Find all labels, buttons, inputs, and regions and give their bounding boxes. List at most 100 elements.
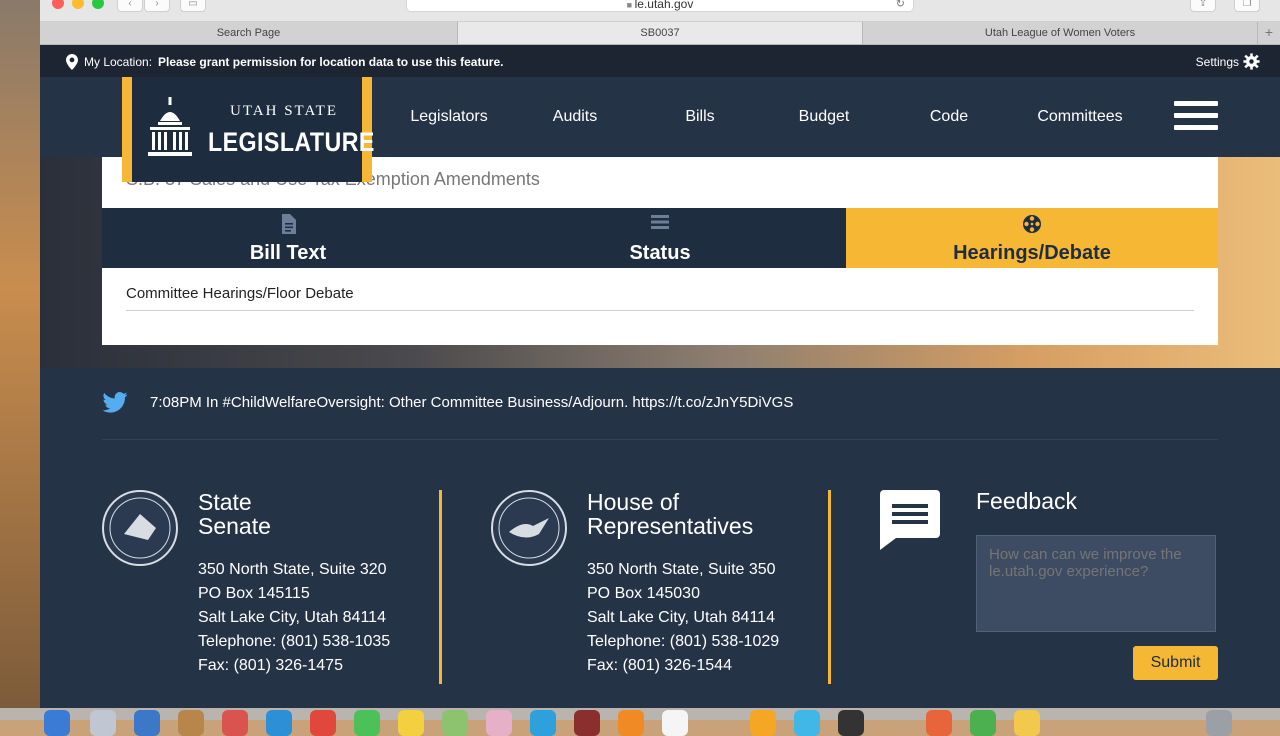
url-text: le.utah.gov — [634, 0, 694, 11]
reload-icon[interactable]: ↻ — [896, 0, 905, 13]
feedback-title: Feedback — [976, 488, 1078, 514]
trash-icon[interactable] — [1206, 710, 1232, 736]
nav-label: Code — [929, 108, 969, 125]
nav-label: Budget — [798, 108, 850, 125]
app-icon[interactable] — [310, 710, 336, 736]
divider — [126, 310, 1194, 311]
tab-label: SB0037 — [640, 27, 680, 39]
tab-label: Utah League of Women Voters — [984, 27, 1136, 39]
chevron-right-icon: › — [155, 0, 159, 9]
tab-bill-text[interactable]: Bill Text — [102, 208, 474, 268]
feedback-input[interactable] — [976, 535, 1216, 632]
app-store-icon[interactable] — [530, 710, 556, 736]
address-line: Salt Lake City, Utah 84114 — [587, 609, 775, 626]
hearings-heading: Committee Hearings/Floor Debate — [126, 285, 354, 302]
address-line: PO Box 145030 — [587, 585, 700, 602]
site-footer: 7:08PM In #ChildWelfareOversight: Other … — [40, 368, 1280, 720]
tab-label: Search Page — [216, 27, 281, 39]
senate-address: 350 North State, Suite 320 PO Box 145115… — [198, 558, 390, 678]
twitter-icon[interactable] — [102, 392, 128, 413]
location-notice: My Location: Please grant permission for… — [66, 54, 503, 70]
app-icon[interactable] — [442, 710, 468, 736]
nav-code[interactable]: Code — [899, 77, 999, 157]
app-icon[interactable] — [574, 710, 600, 736]
plus-icon: + — [1264, 24, 1274, 40]
share-button[interactable]: ⇪ — [1190, 0, 1216, 12]
photos-icon[interactable] — [486, 710, 512, 736]
safari-icon[interactable] — [266, 710, 292, 736]
address-line: PO Box 145115 — [198, 585, 310, 602]
lock-icon: ■ — [626, 0, 635, 10]
browser-toolbar: ‹ › ▭ ■ le.utah.gov ↻ ⇪ ❐ — [40, 0, 1280, 22]
app-icon[interactable] — [838, 710, 864, 736]
logo-line2: LEGISLATURE — [208, 127, 375, 157]
location-bar: My Location: Please grant permission for… — [40, 45, 1280, 77]
tab-search-page[interactable]: Search Page — [40, 22, 458, 44]
nav-label: Bills — [685, 108, 715, 125]
new-tab-button[interactable]: + — [1258, 22, 1280, 44]
utah-legislature-logo[interactable]: UTAH STATE LEGISLATURE — [122, 77, 375, 182]
sidebar-toggle-button[interactable]: ▭ — [180, 0, 206, 12]
show-tabs-button[interactable]: ❐ — [1234, 0, 1260, 12]
chevron-left-icon: ‹ — [128, 0, 132, 9]
nav-budget[interactable]: Budget — [774, 77, 874, 157]
mail-icon[interactable] — [134, 710, 160, 736]
address-bar[interactable]: ■ le.utah.gov ↻ — [406, 0, 914, 12]
browser-window: ‹ › ▭ ■ le.utah.gov ↻ ⇪ ❐ Search Page SB… — [40, 0, 1280, 720]
house-seal-icon — [491, 490, 567, 566]
finder-icon[interactable] — [44, 710, 70, 736]
close-window-button[interactable] — [52, 0, 64, 9]
settings-label: Settings — [1195, 54, 1239, 69]
minimize-window-button[interactable] — [72, 0, 84, 9]
list-icon — [474, 214, 846, 235]
map-pin-icon — [66, 54, 78, 70]
launchpad-icon[interactable] — [90, 710, 116, 736]
tab-sb0037[interactable]: SB0037 — [458, 22, 863, 44]
location-message: Please grant permission for location dat… — [158, 55, 504, 69]
bill-card: S.B. 37 Sales and Use Tax Exemption Amen… — [102, 157, 1218, 345]
nav-audits[interactable]: Audits — [524, 77, 626, 157]
address-line: 350 North State, Suite 320 — [198, 561, 387, 578]
senate-fax: Fax: (801) 326-1475 — [198, 657, 343, 674]
app-icon[interactable] — [1014, 710, 1040, 736]
bill-tabs: Bill Text Status Hearings/Debate — [102, 208, 1218, 268]
nav-label: Legislators — [410, 108, 488, 125]
chat-bubble-icon — [880, 490, 940, 550]
location-label: My Location: — [84, 55, 153, 69]
tab-status[interactable]: Status — [474, 208, 846, 268]
submit-button[interactable]: Submit — [1133, 646, 1218, 680]
sidebar-icon: ▭ — [188, 0, 198, 9]
senate-title: State Senate — [198, 489, 271, 539]
tab-label: Bill Text — [249, 242, 327, 264]
settings-link[interactable]: Settings — [1196, 53, 1260, 70]
app-icon[interactable] — [750, 710, 776, 736]
app-icon[interactable] — [970, 710, 996, 736]
app-icon[interactable] — [662, 710, 688, 736]
calendar-icon[interactable] — [222, 710, 248, 736]
tab-hearings-debate[interactable]: Hearings/Debate — [846, 208, 1218, 268]
address-line: 350 North State, Suite 350 — [587, 561, 776, 578]
back-button[interactable]: ‹ — [117, 0, 143, 12]
document-icon — [102, 214, 474, 239]
tweet-text[interactable]: 7:08PM In #ChildWelfareOversight: Other … — [150, 394, 793, 411]
messages-icon[interactable] — [354, 710, 380, 736]
senate-telephone[interactable]: Telephone: (801) 538-1035 — [198, 630, 390, 654]
menu-hamburger-icon[interactable] — [1174, 101, 1218, 133]
nav-legislators[interactable]: Legislators — [384, 77, 514, 157]
nav-bills[interactable]: Bills — [650, 77, 750, 157]
tab-label: Hearings/Debate — [953, 242, 1111, 264]
app-icon[interactable] — [926, 710, 952, 736]
stickies-icon[interactable] — [398, 710, 424, 736]
house-address: 350 North State, Suite 350 PO Box 145030… — [587, 558, 779, 678]
column-separator — [439, 490, 442, 684]
tab-utah-league[interactable]: Utah League of Women Voters — [863, 22, 1258, 44]
app-icon[interactable] — [618, 710, 644, 736]
notes-icon[interactable] — [178, 710, 204, 736]
zoom-window-button[interactable] — [92, 0, 104, 9]
house-fax: Fax: (801) 326-1544 — [587, 657, 732, 674]
house-telephone[interactable]: Telephone: (801) 538-1029 — [587, 630, 779, 654]
nav-committees[interactable]: Committees — [1020, 77, 1140, 157]
senate-seal-icon — [102, 490, 178, 566]
app-icon[interactable] — [794, 710, 820, 736]
forward-button[interactable]: › — [144, 0, 170, 12]
